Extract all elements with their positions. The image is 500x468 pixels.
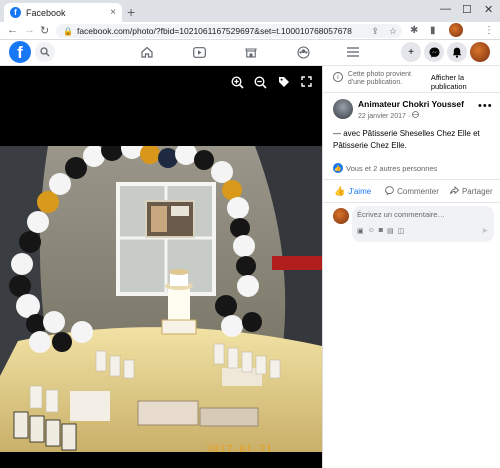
minimize-button[interactable]: —	[440, 3, 451, 15]
notice-text: Cette photo provient d'une publication.	[347, 71, 411, 87]
share-arrow-icon	[450, 185, 460, 197]
like-label: J'aime	[348, 186, 372, 196]
photo-timestamp-overlay: 2017-01-21 19:10:21	[206, 443, 273, 452]
emoji-icon[interactable]: ☺	[368, 227, 375, 235]
thumbs-up-icon: 👍	[334, 185, 346, 196]
like-reaction-icon: 👍	[333, 163, 343, 173]
browser-menu-icon[interactable]: ⋮	[484, 25, 494, 36]
comment-input-placeholder[interactable]: Écrivez un commentaire…	[357, 210, 445, 219]
post-date-text: 22 janvier 2017 ·	[358, 113, 413, 120]
post-date[interactable]: 22 janvier 2017 ·	[358, 111, 419, 120]
url-text[interactable]: facebook.com/photo/?fbid=102106116752969…	[77, 26, 366, 36]
gif-icon[interactable]: ▤	[387, 227, 394, 235]
marketplace-icon[interactable]	[242, 43, 260, 61]
bookmark-star-icon[interactable]: ☆	[389, 26, 397, 37]
reactions-summary[interactable]: 👍 Vous et 2 autres personnes	[333, 163, 437, 173]
divider	[323, 202, 500, 203]
divider	[323, 92, 500, 93]
facebook-favicon-icon: f	[10, 7, 21, 18]
messenger-icon[interactable]	[424, 42, 444, 62]
reactions-text: Vous et 2 autres personnes	[346, 163, 438, 173]
avatar-sticker-icon[interactable]: ▣	[357, 227, 364, 235]
more-options-button[interactable]: •••	[478, 100, 493, 112]
comment-input-box[interactable]: Écrivez un commentaire… ▣ ☺ ◙ ▤ ◫ ➤	[352, 206, 494, 242]
browser-profile-avatar[interactable]	[449, 23, 463, 37]
comment-button[interactable]: Commenter	[382, 180, 441, 202]
close-window-button[interactable]: ✕	[484, 3, 493, 16]
maximize-button[interactable]: ☐	[462, 3, 472, 16]
camera-icon[interactable]: ◙	[379, 227, 383, 235]
author-name-link[interactable]: Animateur Chokri Youssef	[358, 99, 464, 109]
send-icon[interactable]: ➤	[481, 226, 488, 235]
zoom-in-icon[interactable]	[231, 76, 244, 92]
comment-label: Commenter	[397, 186, 439, 196]
search-icon[interactable]	[35, 42, 55, 62]
forward-arrow-icon[interactable]: →	[24, 24, 35, 36]
info-icon: i	[333, 72, 343, 82]
share-button[interactable]: Partager	[442, 180, 500, 202]
sticker-icon[interactable]: ◫	[398, 227, 405, 235]
post-actions: 👍 J'aime Commenter Partager	[323, 180, 500, 202]
facebook-logo[interactable]: f	[9, 41, 31, 63]
plus-icon[interactable]: +	[401, 42, 421, 62]
new-tab-button[interactable]: +	[127, 4, 135, 20]
back-arrow-icon[interactable]: ←	[7, 24, 18, 36]
public-globe-icon	[412, 111, 419, 118]
reload-icon[interactable]: ↻	[40, 24, 49, 37]
groups-icon[interactable]	[294, 43, 312, 61]
browser-tab[interactable]: f Facebook ×	[4, 3, 122, 22]
comment-tools: ▣ ☺ ◙ ▤ ◫	[357, 227, 404, 235]
lock-icon: 🔒	[63, 26, 73, 36]
sidepanel-icon[interactable]: ▮	[430, 25, 436, 36]
share-label: Partager	[461, 186, 493, 196]
commenter-avatar	[333, 208, 349, 224]
zoom-out-icon[interactable]	[254, 76, 267, 92]
home-icon[interactable]	[138, 43, 156, 61]
tag-icon[interactable]	[278, 76, 290, 91]
tab-title: Facebook	[26, 7, 66, 18]
photo-viewer: 2017-01-21 19:10:21	[0, 66, 322, 468]
author-avatar[interactable]	[333, 99, 353, 119]
extensions-puzzle-icon[interactable]: ✱	[410, 25, 418, 36]
photo-origin-notice: i Cette photo provient d'une publication…	[333, 71, 500, 91]
facebook-top-bar: f +	[0, 40, 500, 66]
view-post-link[interactable]: Afficher la publication	[431, 73, 500, 91]
share-page-icon[interactable]: ⇪	[371, 26, 379, 37]
post-details-panel: i Cette photo provient d'une publication…	[322, 66, 500, 468]
fullscreen-icon[interactable]	[301, 76, 312, 90]
party-photo: 2017-01-21 19:10:21	[0, 146, 322, 452]
tab-close-icon[interactable]: ×	[110, 7, 116, 18]
video-icon[interactable]	[190, 43, 208, 61]
bell-icon[interactable]	[447, 42, 467, 62]
address-toolbar: ← → ↻ 🔒 facebook.com/photo/?fbid=1021061…	[0, 22, 500, 40]
like-button[interactable]: 👍 J'aime	[323, 180, 382, 202]
post-caption: — avec Pâtisserie Sheselles Chez Elle et…	[333, 129, 480, 150]
profile-avatar[interactable]	[470, 42, 490, 62]
menu-icon[interactable]	[344, 43, 362, 61]
comment-bubble-icon	[385, 185, 394, 197]
url-bar[interactable]: 🔒 facebook.com/photo/?fbid=1021061167529…	[56, 24, 402, 38]
browser-tab-bar: f Facebook × + — ☐ ✕	[0, 0, 500, 22]
